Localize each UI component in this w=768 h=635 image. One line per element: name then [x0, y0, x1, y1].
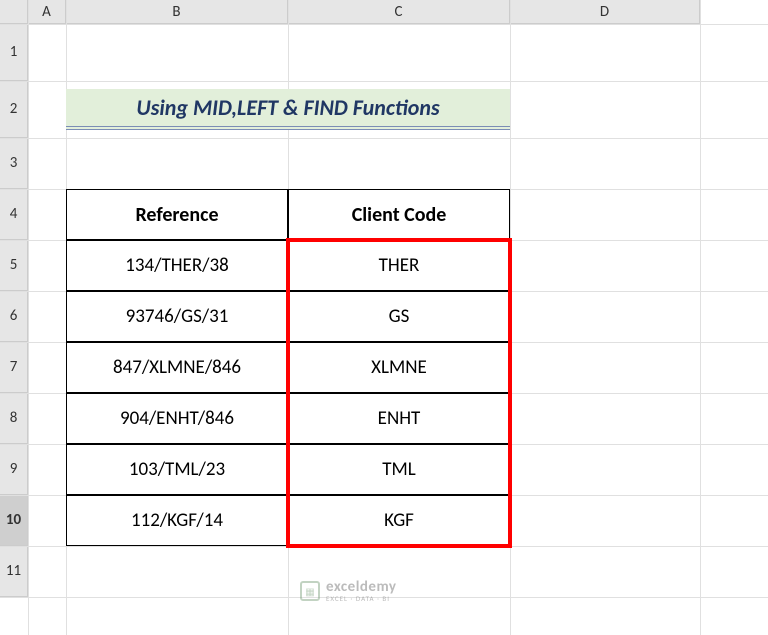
row-header-6[interactable]: 6: [0, 291, 28, 342]
table-cell[interactable]: 904/ENHT/846: [66, 393, 288, 444]
select-all-corner[interactable]: [0, 0, 28, 24]
row-header-5[interactable]: 5: [0, 240, 28, 291]
row-header-4[interactable]: 4: [0, 189, 28, 240]
title-text: Using MID,LEFT & FIND Functions: [136, 94, 439, 121]
table-cell[interactable]: KGF: [288, 495, 510, 546]
data-table: ReferenceClient Code134/THER/38THER93746…: [66, 189, 510, 546]
row-header-11[interactable]: 11: [0, 546, 28, 597]
table-cell[interactable]: 93746/GS/31: [66, 291, 288, 342]
col-header-A[interactable]: A: [28, 0, 66, 24]
row-header-1[interactable]: 1: [0, 24, 28, 81]
row-header-3[interactable]: 3: [0, 138, 28, 189]
table-header[interactable]: Client Code: [288, 189, 510, 240]
table-cell[interactable]: 112/KGF/14: [66, 495, 288, 546]
watermark-title: exceldemy: [326, 580, 397, 595]
watermark-text: exceldemy EXCEL · DATA · BI: [326, 580, 397, 602]
table-cell[interactable]: TML: [288, 444, 510, 495]
row-headers: 1234567891011: [0, 24, 28, 597]
row-header-10[interactable]: 10: [0, 495, 28, 546]
table-cell[interactable]: GS: [288, 291, 510, 342]
table-cell[interactable]: 847/XLMNE/846: [66, 342, 288, 393]
table-cell[interactable]: ENHT: [288, 393, 510, 444]
table-cell[interactable]: 103/TML/23: [66, 444, 288, 495]
table-cell[interactable]: 134/THER/38: [66, 240, 288, 291]
table-header[interactable]: Reference: [66, 189, 288, 240]
col-header-D[interactable]: D: [510, 0, 700, 24]
column-headers: ABCD: [28, 0, 700, 24]
col-header-B[interactable]: B: [66, 0, 288, 24]
table-cell[interactable]: THER: [288, 240, 510, 291]
row-header-9[interactable]: 9: [0, 444, 28, 495]
spreadsheet: ABCD 1234567891011 Using MID,LEFT & FIND…: [0, 0, 768, 635]
table-cell[interactable]: XLMNE: [288, 342, 510, 393]
col-header-C[interactable]: C: [288, 0, 510, 24]
grid-icon: ▦: [300, 581, 320, 601]
watermark-sub: EXCEL · DATA · BI: [326, 595, 397, 602]
title-cell[interactable]: Using MID,LEFT & FIND Functions: [66, 89, 510, 130]
watermark: ▦ exceldemy EXCEL · DATA · BI: [300, 580, 397, 602]
row-header-8[interactable]: 8: [0, 393, 28, 444]
row-header-2[interactable]: 2: [0, 81, 28, 138]
row-header-7[interactable]: 7: [0, 342, 28, 393]
